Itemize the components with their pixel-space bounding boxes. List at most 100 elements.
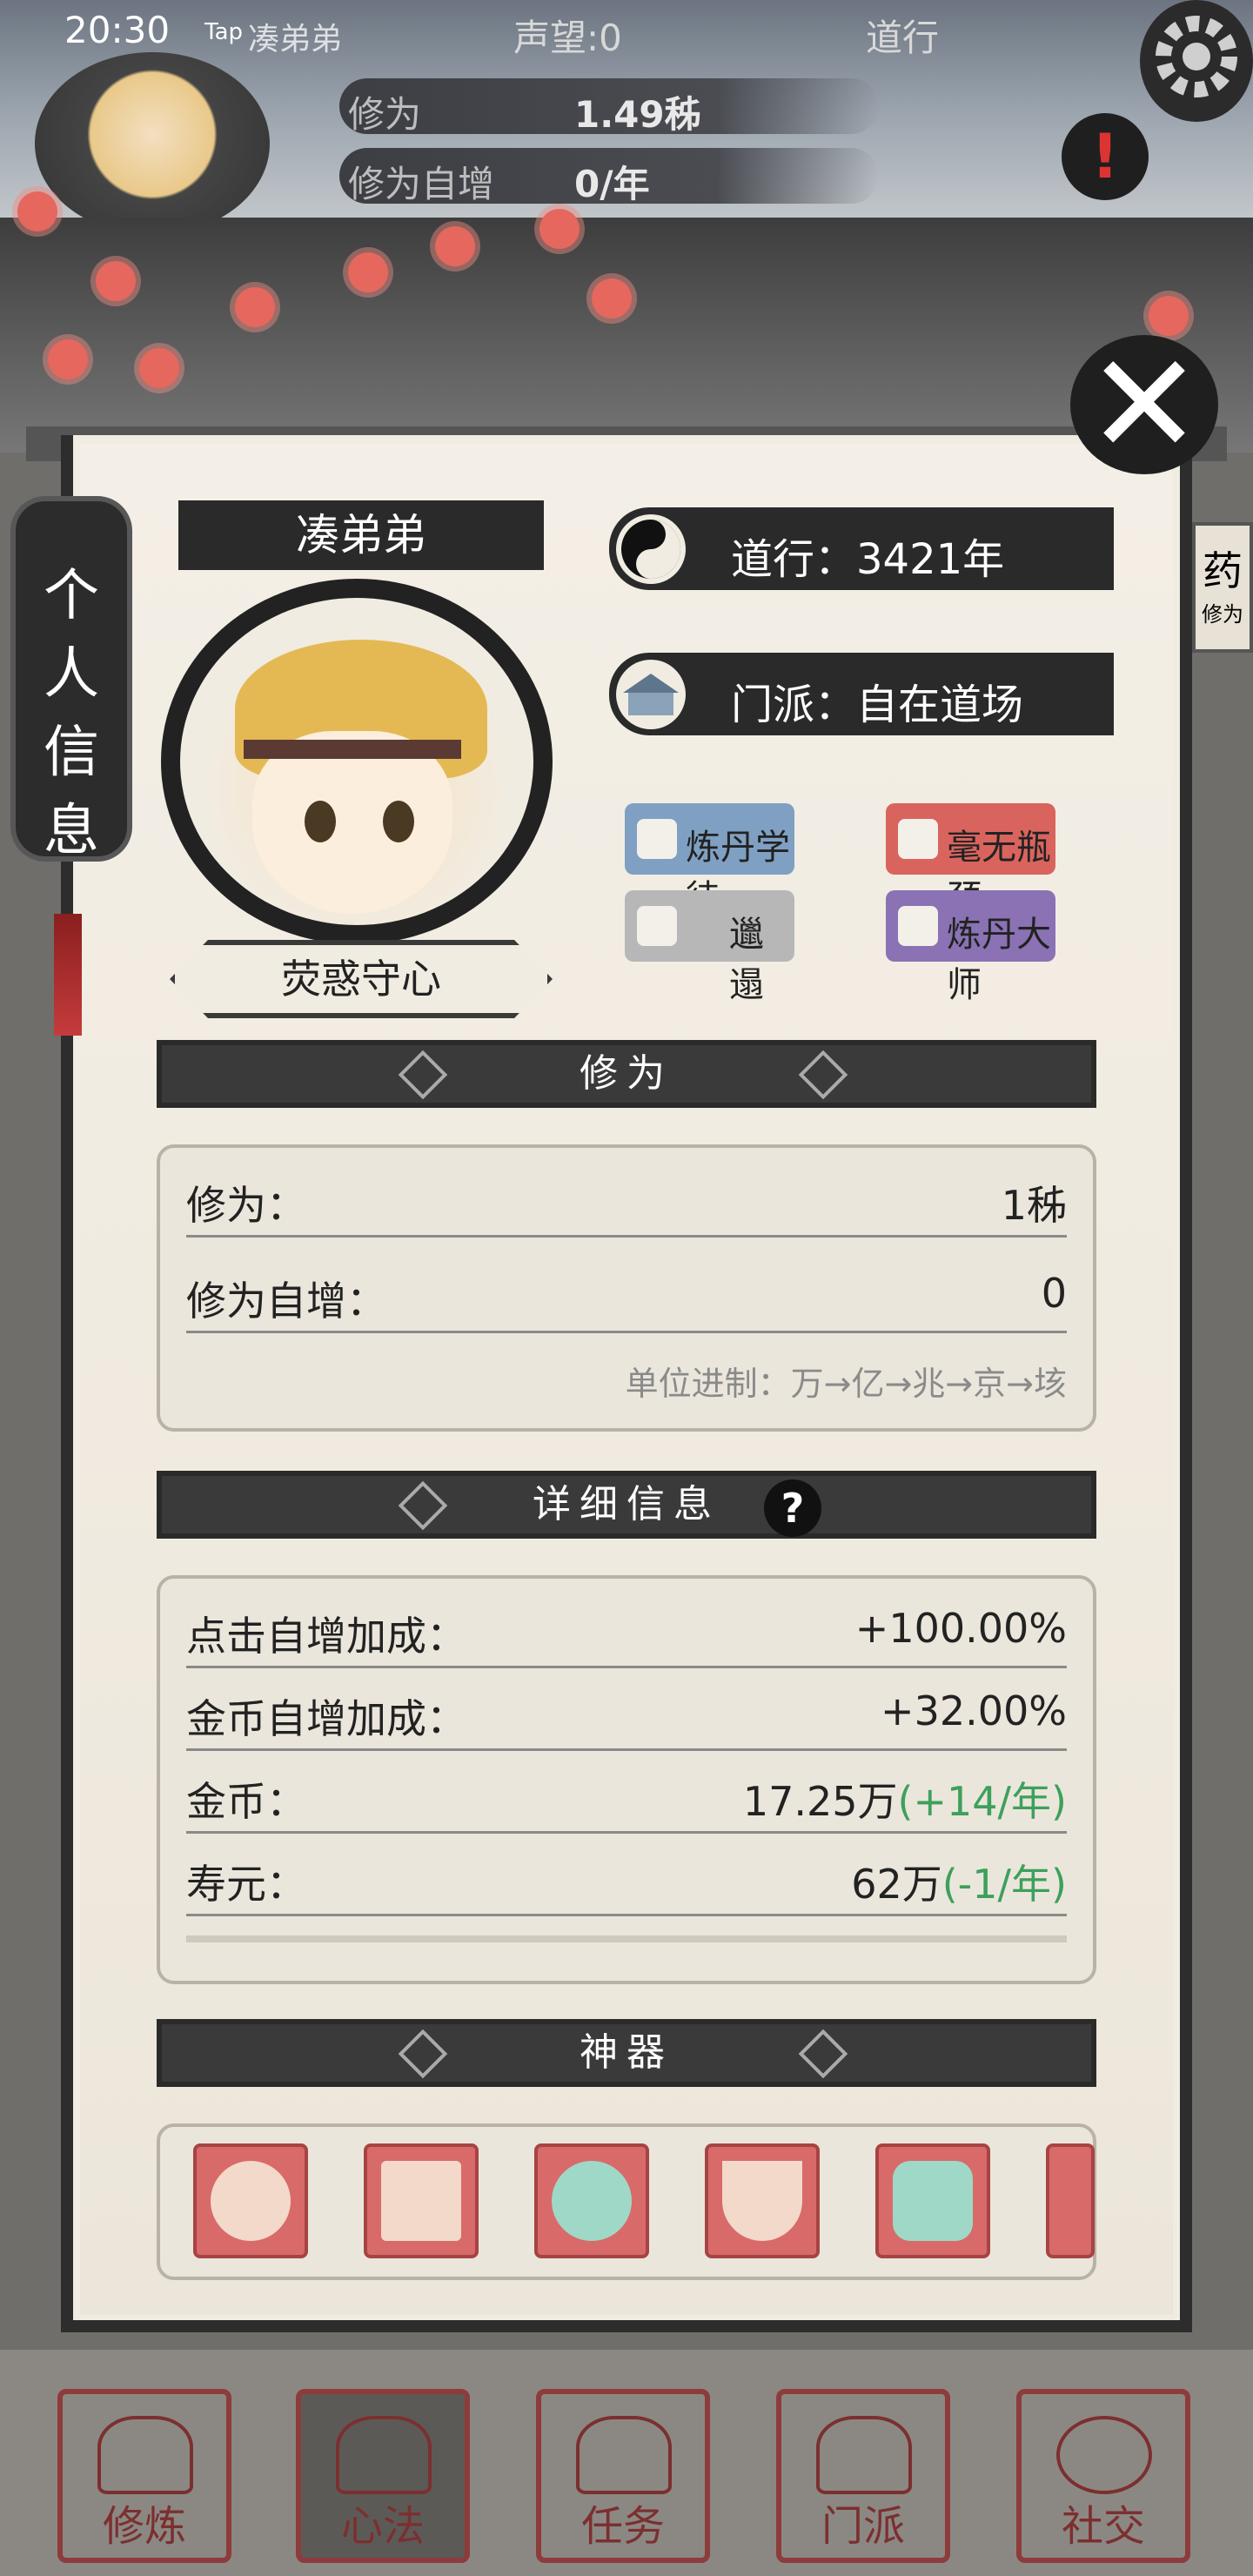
tassel-decoration (54, 914, 82, 1036)
section-title: 神器 (580, 2030, 673, 2075)
cultivation-increase-stat: 修为自增 0/年 (339, 148, 879, 205)
status-tap: Tap (204, 19, 244, 45)
tag-sloppy[interactable]: 邋遢 (625, 890, 794, 1005)
daoxing-pill: 道行：3421年 (609, 507, 1114, 590)
daoxing-header: 道行 (866, 17, 940, 59)
status-bar: 20:30 Tap 凑弟弟 声望:0 道行 (0, 0, 1253, 63)
nav-social[interactable]: 社交 (1016, 2389, 1190, 2563)
player-title: 荧惑守心 (281, 956, 441, 1003)
portrait-headband (244, 740, 461, 759)
bowl-icon-inner (722, 2161, 802, 2241)
detail-row: 金币自增加成： +32.00% (186, 1670, 1067, 1751)
scroll-icon (637, 906, 677, 946)
nav-tasks[interactable]: 任务 (536, 2389, 710, 2563)
blossom-decoration (435, 226, 475, 266)
cultivation-increase-label: 修为自增 (348, 163, 495, 205)
row-value: 17.25万 (742, 1778, 898, 1825)
player-avatar[interactable] (35, 52, 270, 235)
nav-label: 任务 (580, 2502, 665, 2551)
artifact-partial-icon[interactable] (1046, 2143, 1095, 2258)
temple-icon (616, 660, 686, 729)
row-label: 修为自增： (186, 1278, 386, 1325)
detail-box: 点击自增加成： +100.00% 金币自增加成： +32.00% 金币： 17.… (157, 1575, 1096, 1984)
cultivation-increase-row: 修为自增： 0 (186, 1252, 1067, 1333)
tag-label: 炼丹大师 (947, 915, 1051, 1005)
row-value-group: 17.25万(+14/年) (743, 1770, 1067, 1828)
people-icon (1056, 2416, 1152, 2494)
scroll-cutoff-row (186, 1935, 1067, 1942)
nav-label: 心法 (340, 2502, 425, 2551)
blossom-decoration (348, 252, 388, 292)
status-username: 凑弟弟 (248, 22, 343, 57)
player-name: 凑弟弟 (296, 510, 426, 560)
row-value-rate: (-1/年) (941, 1861, 1067, 1908)
row-value: 1秭 (1001, 1182, 1067, 1229)
tag-no-bottleneck[interactable]: 毫无瓶颈 (886, 803, 1055, 918)
mountain-icon (97, 2416, 193, 2494)
player-name-bar: 凑弟弟 (178, 500, 544, 570)
bowl-icon[interactable] (705, 2143, 820, 2258)
blossom-decoration (235, 287, 275, 327)
row-label: 金币自增加成： (186, 1695, 466, 1742)
row-value: 62万 (851, 1861, 942, 1908)
blossom-decoration (539, 209, 580, 249)
yin-yang-icon (616, 514, 686, 584)
blossom-decoration (48, 339, 88, 379)
jade-token-icon[interactable] (875, 2143, 990, 2258)
right-side-tab-label: 药 (1203, 547, 1243, 594)
book-icon[interactable] (364, 2143, 479, 2258)
portrait-eye (383, 801, 414, 842)
section-header-detail: 详细信息 (157, 1471, 1096, 1539)
detail-row: 点击自增加成： +100.00% (186, 1587, 1067, 1668)
blossom-decoration (96, 261, 136, 301)
tag-label: 邋遢 (729, 915, 764, 1005)
cultivation-box: 修为： 1秭 修为自增： 0 单位进制：万→亿→兆→京→垓 (157, 1144, 1096, 1432)
nav-sect[interactable]: 门派 (776, 2389, 950, 2563)
exclamation-icon[interactable]: ! (1062, 113, 1149, 200)
nav-label: 修炼 (102, 2502, 186, 2551)
section-header-cultivation: 修为 (157, 1040, 1096, 1108)
row-value: +100.00% (854, 1605, 1067, 1652)
row-label: 寿元： (186, 1861, 306, 1908)
status-time: 20:30 (64, 9, 171, 51)
close-icon[interactable]: ✕ (1070, 335, 1218, 474)
tag-alchemy-master[interactable]: 炼丹大师 (886, 890, 1055, 1005)
unit-note: 单位进制：万→亿→兆→京→垓 (625, 1365, 1067, 1403)
reputation-text: 声望:0 (513, 17, 622, 59)
temple-icon (816, 2416, 912, 2494)
right-side-tab[interactable]: 药 修为 (1192, 522, 1253, 653)
nav-label: 门派 (821, 2502, 905, 2551)
player-title-badge: 荧惑守心 (170, 940, 553, 1018)
nav-heart-method[interactable]: 心法 (296, 2389, 470, 2563)
right-side-tab-sub: 修为 (1202, 602, 1243, 627)
row-value-rate: (+14/年) (897, 1778, 1067, 1825)
section-title: 详细信息 (533, 1482, 720, 1526)
cultivation-row: 修为： 1秭 (186, 1157, 1067, 1238)
detail-row: 寿元： 62万(-1/年) (186, 1835, 1067, 1916)
question-icon[interactable]: ? (764, 1479, 821, 1537)
fan-icon[interactable] (193, 2143, 308, 2258)
daoxing-text: 道行：3421年 (731, 535, 1005, 584)
mirror-icon-inner (552, 2161, 632, 2241)
nav-cultivate[interactable]: 修炼 (57, 2389, 231, 2563)
blossom-decoration (592, 278, 632, 319)
detail-row: 金币： 17.25万(+14/年) (186, 1753, 1067, 1834)
blossom-decoration (17, 191, 57, 231)
sect-text: 门派：自在道场 (731, 681, 1024, 729)
gear-icon[interactable] (1140, 0, 1253, 122)
tab-personal-info-label: 个人信息 (44, 564, 99, 863)
fan-icon-inner (211, 2161, 291, 2241)
sect-pill: 门派：自在道场 (609, 653, 1114, 735)
cultivation-increase-value: 0/年 (574, 163, 650, 205)
mirror-icon[interactable] (534, 2143, 649, 2258)
row-value-group: 62万(-1/年) (851, 1853, 1067, 1910)
book-icon-inner (381, 2161, 461, 2241)
blossom-decoration (139, 348, 179, 388)
scroll-icon (898, 906, 938, 946)
cultivation-stat-label: 修为 (348, 93, 422, 136)
tag-alchemy-apprentice[interactable]: 炼丹学徒 (625, 803, 794, 918)
roof-decoration (0, 218, 1253, 453)
nav-label: 社交 (1061, 2502, 1145, 2551)
row-value: +32.00% (881, 1687, 1067, 1734)
scroll-icon (336, 2416, 432, 2494)
